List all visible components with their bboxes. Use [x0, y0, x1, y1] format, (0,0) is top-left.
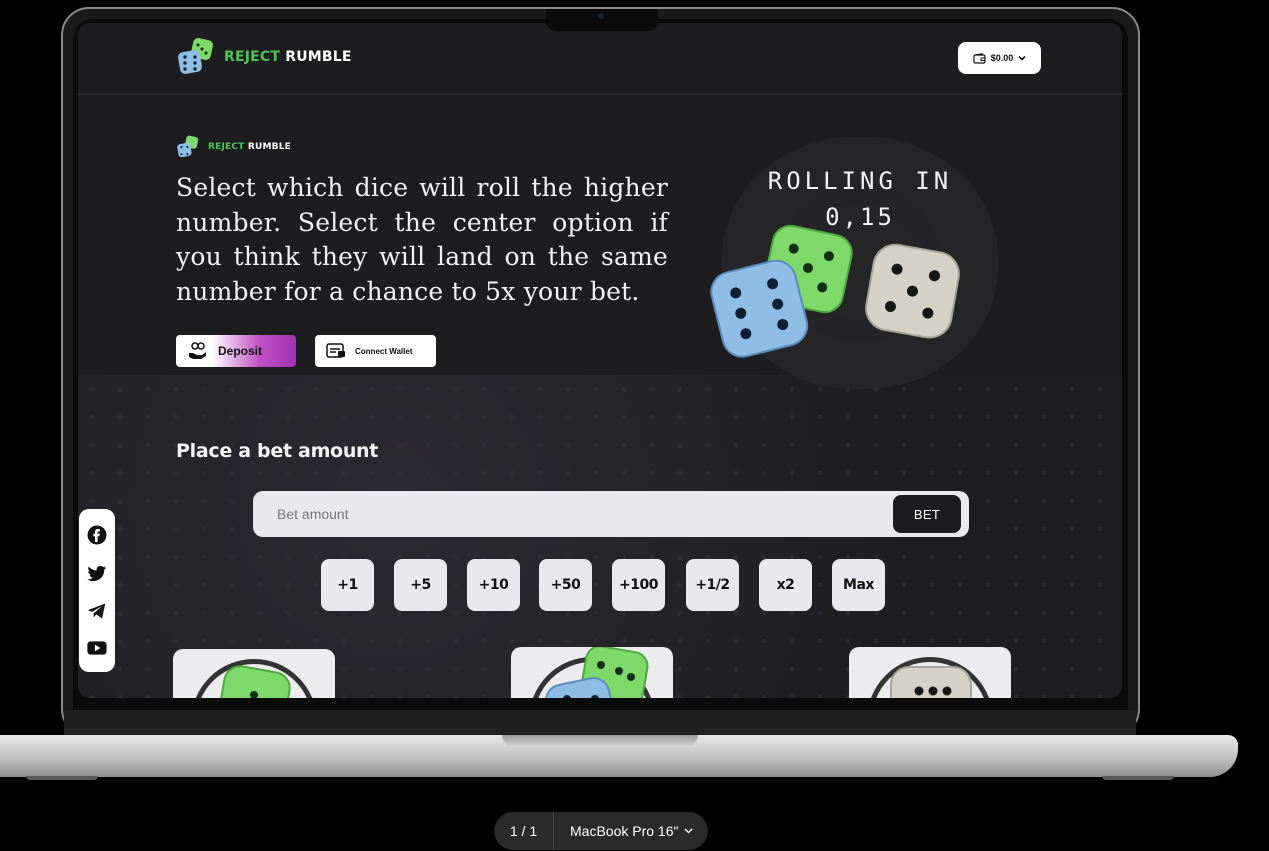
- twitter-icon[interactable]: [87, 565, 107, 583]
- device-name: MacBook Pro 16": [570, 823, 679, 839]
- deposit-label: Deposit: [218, 344, 263, 358]
- screen: REJECT RUMBLE $0.00 REJECT RUMBLE Select…: [78, 23, 1122, 698]
- page-counter: 1 / 1: [494, 812, 554, 850]
- green-die-icon: [217, 665, 291, 698]
- connect-wallet-button[interactable]: Connect Wallet: [315, 335, 436, 367]
- brand-name-green: REJECT: [224, 49, 281, 65]
- telegram-icon[interactable]: [87, 602, 107, 620]
- quick-add-50-button[interactable]: +50: [539, 559, 592, 611]
- social-links-bar: [79, 509, 115, 672]
- brand-name: REJECT RUMBLE: [224, 49, 352, 65]
- laptop-foot-right: [1102, 776, 1174, 780]
- chevron-down-icon: [684, 828, 693, 834]
- laptop-opening-notch: [502, 735, 698, 747]
- green-blue-dice-icon: [545, 647, 649, 698]
- hero-brand-name-green: REJECT: [208, 142, 245, 152]
- rolling-label: ROLLING IN: [767, 167, 953, 195]
- quick-half-button[interactable]: +1/2: [686, 559, 739, 611]
- bet-section-title: Place a bet amount: [176, 440, 379, 462]
- quick-double-button[interactable]: x2: [759, 559, 812, 611]
- quick-max-button[interactable]: Max: [832, 559, 885, 611]
- connect-wallet-label: Connect Wallet: [355, 346, 413, 356]
- choice-card-green[interactable]: [173, 649, 335, 698]
- hero-brand-logo: REJECT RUMBLE: [176, 135, 291, 159]
- bet-form: BET: [253, 491, 969, 537]
- wallet-balance: $0.00: [990, 53, 1014, 63]
- bet-amount-input[interactable]: [277, 501, 857, 527]
- rolling-panel: ROLLING IN 0,15: [700, 137, 1020, 389]
- laptop-foot-left: [26, 776, 98, 780]
- camera-notch: [546, 9, 658, 31]
- camera-icon: [598, 13, 604, 19]
- site-header: REJECT RUMBLE $0.00: [78, 23, 1122, 95]
- device-mockup: REJECT RUMBLE $0.00 REJECT RUMBLE Select…: [0, 0, 1269, 851]
- choice-card-grey[interactable]: [849, 647, 1011, 698]
- deposit-button[interactable]: Deposit: [176, 335, 296, 367]
- device-selector[interactable]: MacBook Pro 16": [554, 823, 693, 839]
- grey-die-icon: [865, 243, 960, 339]
- game-description: Select which dice will roll the higher n…: [176, 173, 668, 306]
- bet-button[interactable]: BET: [893, 495, 961, 533]
- hero-brand-name-white: RUMBLE: [247, 142, 292, 152]
- dice-logo-icon: [177, 135, 199, 158]
- facebook-icon[interactable]: [87, 525, 107, 545]
- hand-coins-icon: [189, 342, 206, 359]
- wallet-balance-button[interactable]: $0.00: [958, 42, 1041, 74]
- quick-add-10-button[interactable]: +10: [467, 559, 520, 611]
- device-toolbar: 1 / 1 MacBook Pro 16": [494, 812, 708, 850]
- quick-add-1-button[interactable]: +1: [321, 559, 374, 611]
- quick-add-100-button[interactable]: +100: [612, 559, 665, 611]
- brand-logo[interactable]: REJECT RUMBLE: [176, 37, 352, 77]
- choice-card-tie[interactable]: [511, 647, 673, 698]
- wallet-icon: [973, 52, 986, 64]
- quick-add-5-button[interactable]: +5: [394, 559, 447, 611]
- grey-die-icon: [890, 666, 972, 698]
- youtube-icon[interactable]: [87, 640, 107, 656]
- dice-illustration: [710, 224, 960, 358]
- dice-logo-icon: [178, 38, 213, 74]
- chevron-down-icon: [1018, 55, 1026, 61]
- hero-brand-name: REJECT RUMBLE: [208, 142, 291, 152]
- wallet-connect-icon: [326, 343, 345, 358]
- laptop-hinge: [64, 710, 1136, 736]
- brand-name-white: RUMBLE: [285, 49, 352, 65]
